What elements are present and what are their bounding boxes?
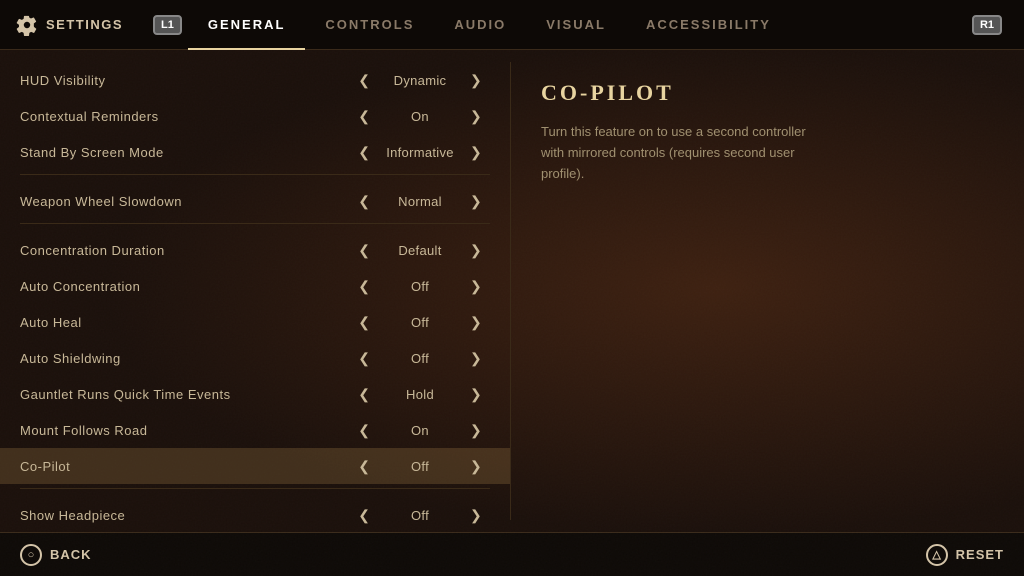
stand-by-right-arrow[interactable]: ❯ (470, 144, 482, 161)
setting-weapon-wheel[interactable]: Weapon Wheel Slowdown ❮ Normal ❯ (0, 183, 510, 219)
auto-heal-left-arrow[interactable]: ❮ (358, 314, 370, 331)
setting-stand-by-screen[interactable]: Stand By Screen Mode ❮ Informative ❯ (0, 134, 510, 170)
setting-gauntlet-runs[interactable]: Gauntlet Runs Quick Time Events ❮ Hold ❯ (0, 376, 510, 412)
setting-auto-shieldwing[interactable]: Auto Shieldwing ❮ Off ❯ (0, 340, 510, 376)
auto-heal-right-arrow[interactable]: ❯ (470, 314, 482, 331)
nav-tabs: GENERAL CONTROLS AUDIO VISUAL ACCESSIBIL… (188, 0, 966, 50)
info-panel: CO-PILOT Turn this feature on to use a s… (511, 50, 1024, 532)
tab-audio[interactable]: AUDIO (434, 0, 526, 50)
show-headpiece-left-arrow[interactable]: ❮ (358, 507, 370, 524)
back-label: Back (50, 547, 92, 562)
setting-auto-concentration[interactable]: Auto Concentration ❮ Off ❯ (0, 268, 510, 304)
stand-by-left-arrow[interactable]: ❮ (358, 144, 370, 161)
weapon-wheel-left-arrow[interactable]: ❮ (358, 193, 370, 210)
bottom-bar: ○ Back △ Reset (0, 532, 1024, 576)
back-button[interactable]: ○ Back (20, 544, 92, 566)
setting-hud-visibility[interactable]: HUD Visibility ❮ Dynamic ❯ (0, 62, 510, 98)
settings-group-4: Show Headpiece ❮ Off ❯ (0, 497, 510, 532)
gauntlet-runs-right-arrow[interactable]: ❯ (470, 386, 482, 403)
main-content: HUD Visibility ❮ Dynamic ❯ Contextual Re… (0, 50, 1024, 532)
nav-bar: SETTINGS L1 GENERAL CONTROLS AUDIO VISUA… (0, 0, 1024, 50)
weapon-wheel-right-arrow[interactable]: ❯ (470, 193, 482, 210)
separator-3 (20, 488, 490, 489)
co-pilot-right-arrow[interactable]: ❯ (470, 458, 482, 475)
settings-logo: SETTINGS (16, 14, 123, 36)
tab-controls[interactable]: CONTROLS (305, 0, 434, 50)
mount-follows-road-right-arrow[interactable]: ❯ (470, 422, 482, 439)
settings-group-1: HUD Visibility ❮ Dynamic ❯ Contextual Re… (0, 62, 510, 170)
setting-co-pilot[interactable]: Co-Pilot ❮ Off ❯ (0, 448, 510, 484)
l1-badge[interactable]: L1 (153, 15, 182, 35)
contextual-reminders-left-arrow[interactable]: ❮ (358, 108, 370, 125)
settings-title-label: SETTINGS (46, 17, 123, 32)
setting-show-headpiece[interactable]: Show Headpiece ❮ Off ❯ (0, 497, 510, 532)
setting-contextual-reminders[interactable]: Contextual Reminders ❮ On ❯ (0, 98, 510, 134)
concentration-duration-left-arrow[interactable]: ❮ (358, 242, 370, 259)
r1-badge[interactable]: R1 (972, 15, 1002, 35)
separator-2 (20, 223, 490, 224)
settings-panel: HUD Visibility ❮ Dynamic ❯ Contextual Re… (0, 50, 510, 532)
reset-label: Reset (956, 547, 1004, 562)
auto-shieldwing-left-arrow[interactable]: ❮ (358, 350, 370, 367)
auto-concentration-right-arrow[interactable]: ❯ (470, 278, 482, 295)
auto-shieldwing-right-arrow[interactable]: ❯ (470, 350, 482, 367)
settings-group-3: Concentration Duration ❮ Default ❯ Auto … (0, 232, 510, 484)
hud-visibility-left-arrow[interactable]: ❮ (358, 72, 370, 89)
tab-visual[interactable]: VISUAL (526, 0, 626, 50)
hud-visibility-right-arrow[interactable]: ❯ (470, 72, 482, 89)
setting-auto-heal[interactable]: Auto Heal ❮ Off ❯ (0, 304, 510, 340)
tab-accessibility[interactable]: ACCESSIBILITY (626, 0, 791, 50)
info-description: Turn this feature on to use a second con… (541, 122, 821, 184)
gear-icon (16, 14, 38, 36)
auto-concentration-left-arrow[interactable]: ❮ (358, 278, 370, 295)
info-title: CO-PILOT (541, 80, 994, 106)
settings-group-2: Weapon Wheel Slowdown ❮ Normal ❯ (0, 183, 510, 219)
tab-general[interactable]: GENERAL (188, 0, 306, 50)
setting-mount-follows-road[interactable]: Mount Follows Road ❮ On ❯ (0, 412, 510, 448)
concentration-duration-right-arrow[interactable]: ❯ (470, 242, 482, 259)
co-pilot-left-arrow[interactable]: ❮ (358, 458, 370, 475)
setting-concentration-duration[interactable]: Concentration Duration ❮ Default ❯ (0, 232, 510, 268)
mount-follows-road-left-arrow[interactable]: ❮ (358, 422, 370, 439)
separator-1 (20, 174, 490, 175)
back-icon: ○ (20, 544, 42, 566)
reset-button[interactable]: △ Reset (926, 544, 1004, 566)
gauntlet-runs-left-arrow[interactable]: ❮ (358, 386, 370, 403)
reset-icon: △ (926, 544, 948, 566)
show-headpiece-right-arrow[interactable]: ❯ (470, 507, 482, 524)
contextual-reminders-right-arrow[interactable]: ❯ (470, 108, 482, 125)
